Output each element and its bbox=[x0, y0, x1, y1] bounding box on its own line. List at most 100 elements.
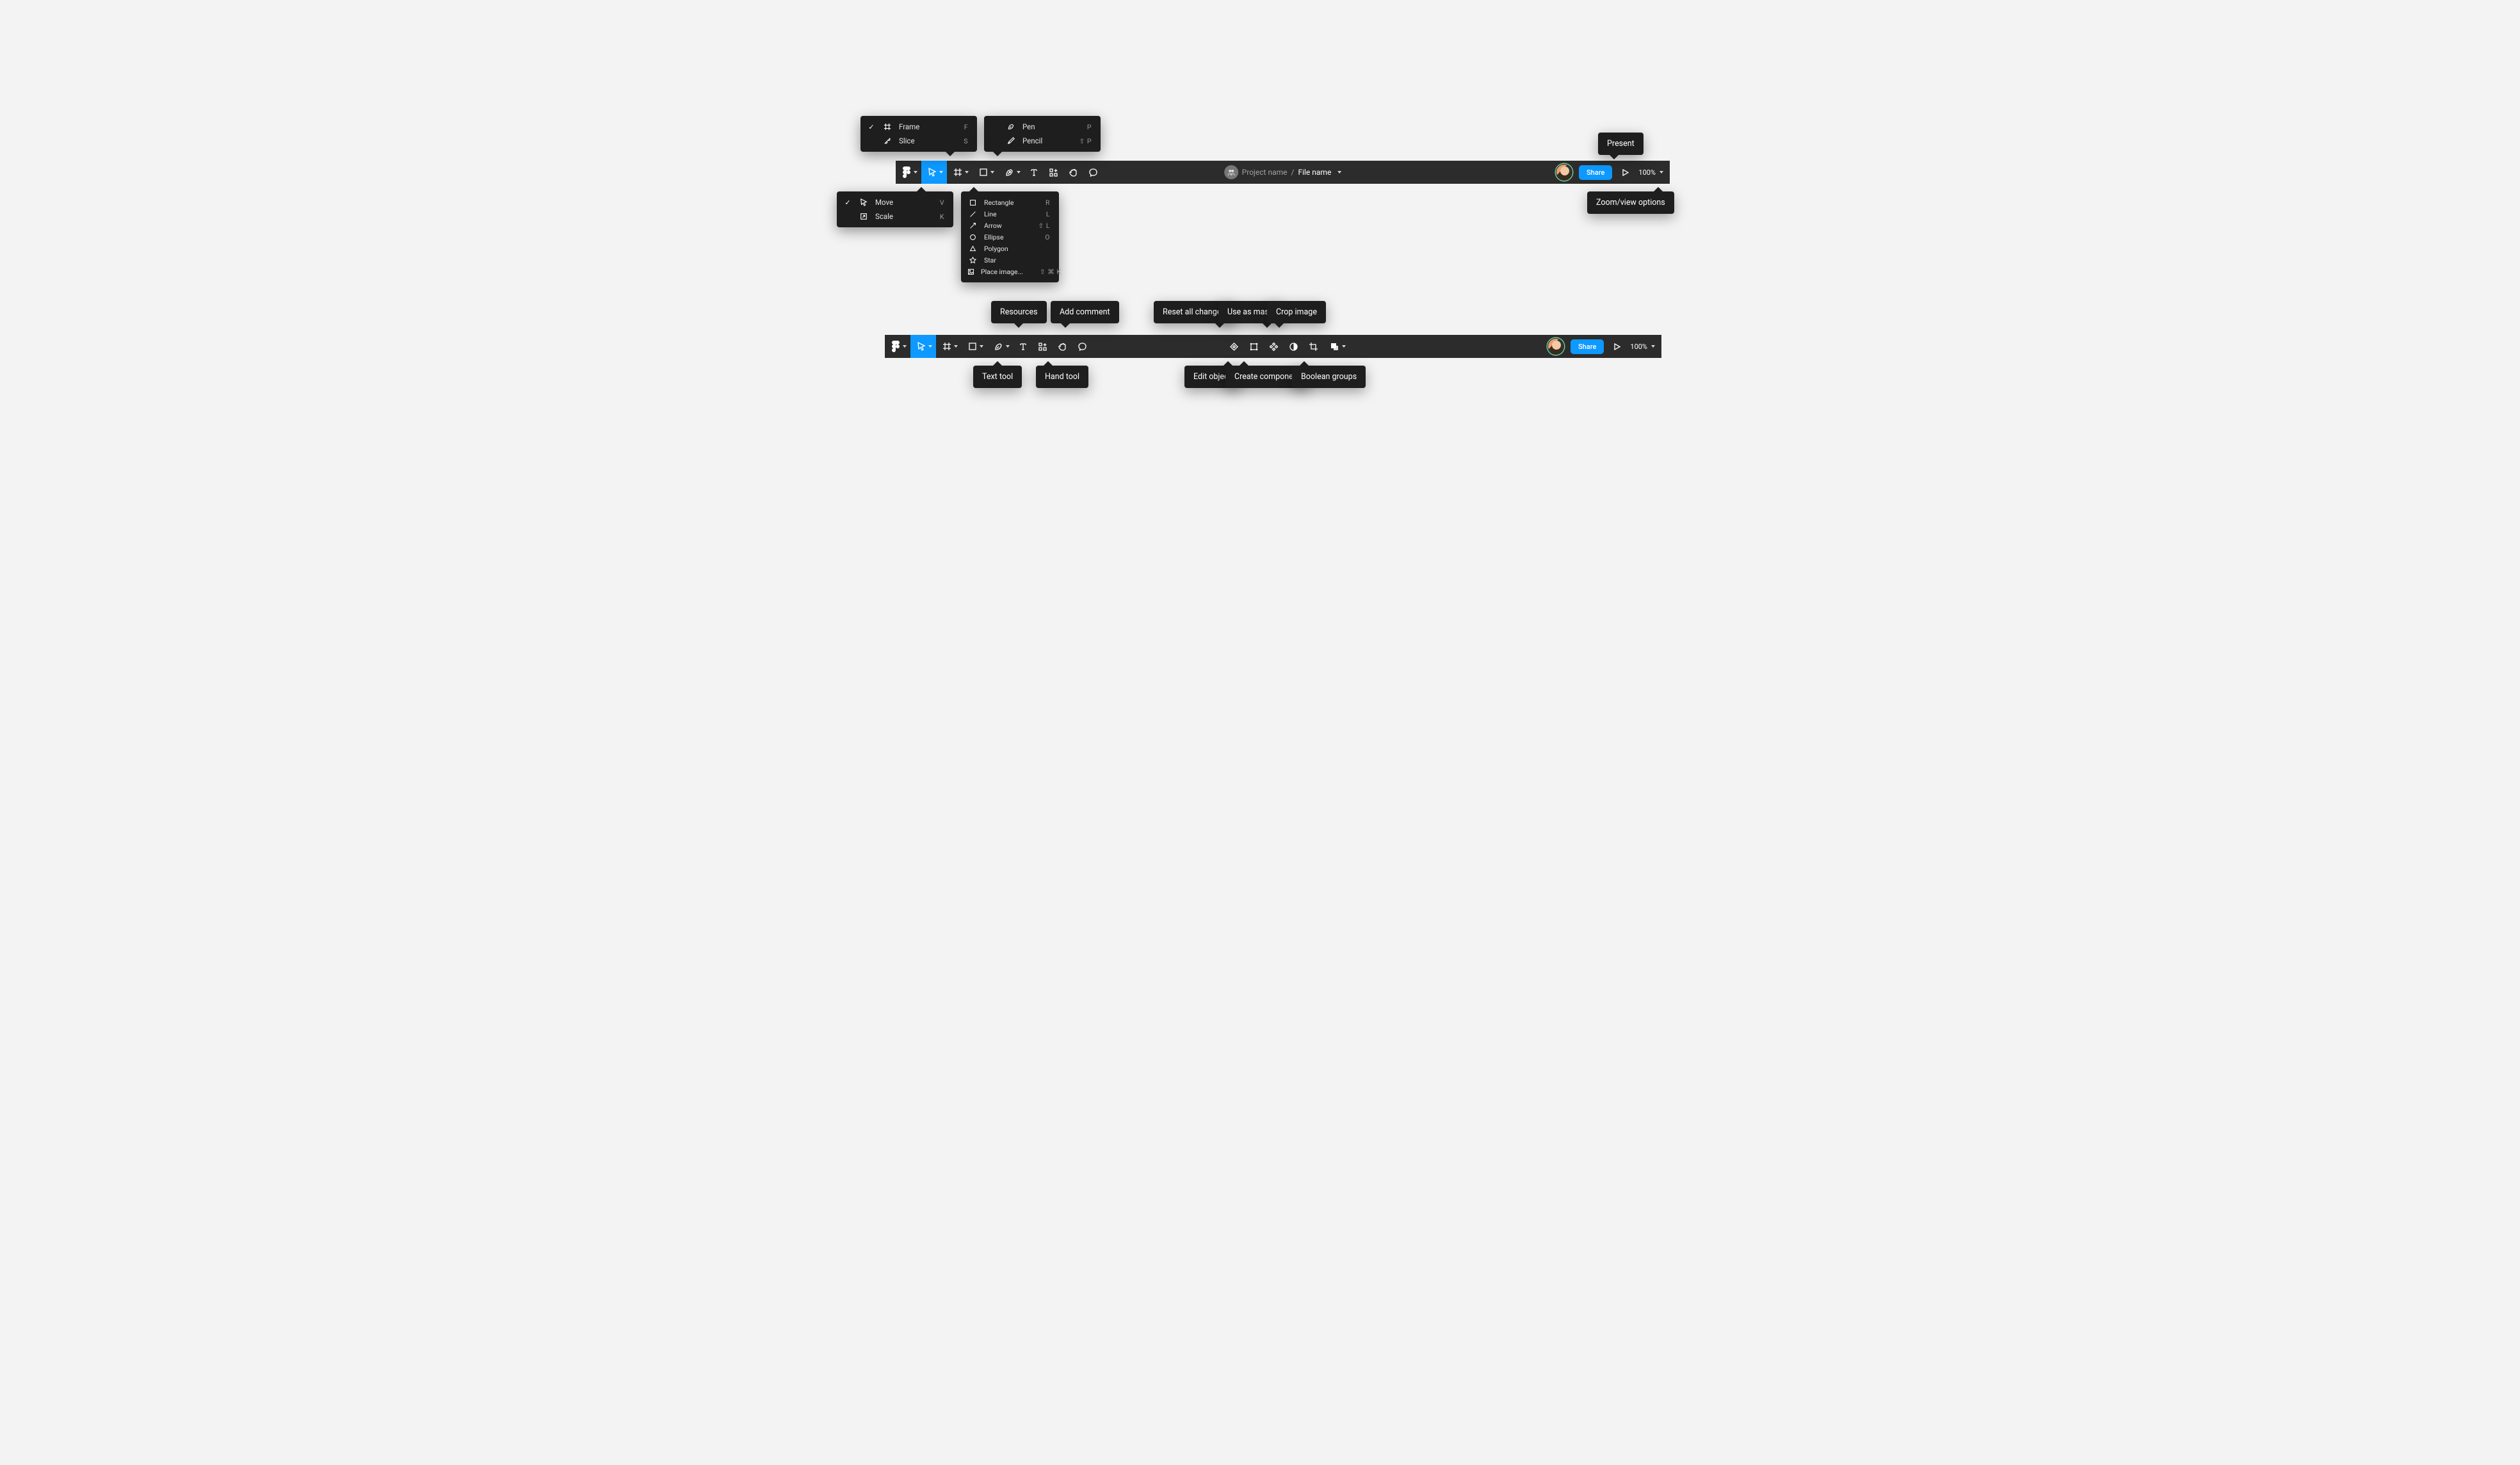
chevron-down-icon bbox=[1660, 171, 1663, 174]
check-icon: ✓ bbox=[867, 123, 876, 131]
pen-icon bbox=[1005, 168, 1014, 177]
frame-menu-item-slice[interactable]: Slice S bbox=[860, 134, 977, 148]
resources-tooltip: Resources bbox=[991, 301, 1047, 323]
menu-item-shortcut: K bbox=[940, 213, 944, 221]
move-menu-item-move[interactable]: ✓ Move V bbox=[837, 195, 953, 209]
figma-logo-icon bbox=[902, 166, 911, 179]
present-button[interactable] bbox=[1619, 161, 1632, 184]
move-menu-item-scale[interactable]: Scale K bbox=[837, 209, 953, 223]
shape-menu-item-rectangle[interactable]: Rectangle R bbox=[961, 197, 1059, 208]
comment-tool-button[interactable] bbox=[1072, 335, 1092, 358]
frame-tool-button[interactable] bbox=[936, 335, 962, 358]
frame-tool-menu[interactable]: ✓ Frame F Slice S .frame-tail::after{lef… bbox=[860, 116, 977, 152]
menu-item-label: Ellipse bbox=[984, 233, 1028, 241]
polygon-icon bbox=[967, 245, 978, 252]
menu-item-shortcut: ⇧ P bbox=[1079, 137, 1092, 145]
text-tool-tooltip: Text tool bbox=[973, 366, 1022, 388]
shape-menu-item-star[interactable]: Star bbox=[961, 254, 1059, 266]
shape-menu-item-polygon[interactable]: Polygon bbox=[961, 243, 1059, 254]
cursor-icon bbox=[917, 342, 926, 351]
boolean-groups-tooltip: Boolean groups bbox=[1292, 366, 1366, 388]
main-menu-button[interactable] bbox=[896, 161, 921, 184]
text-tool-button[interactable] bbox=[1024, 161, 1044, 184]
rectangle-icon bbox=[979, 168, 988, 177]
comment-tool-button[interactable] bbox=[1083, 161, 1103, 184]
chevron-down-icon bbox=[1342, 345, 1346, 348]
text-tool-button[interactable] bbox=[1014, 335, 1033, 358]
zoom-dropdown[interactable]: 100% bbox=[1630, 343, 1655, 351]
menu-item-label: Polygon bbox=[984, 245, 1033, 253]
play-icon bbox=[1621, 168, 1629, 177]
pen-icon bbox=[994, 342, 1003, 352]
breadcrumb-separator: / bbox=[1291, 168, 1295, 177]
resources-button[interactable] bbox=[1044, 161, 1063, 184]
component-icon bbox=[1269, 342, 1279, 352]
ellipse-icon bbox=[967, 234, 978, 241]
check-icon: ✓ bbox=[843, 198, 852, 207]
hand-tool-button[interactable] bbox=[1053, 335, 1072, 358]
avatar[interactable] bbox=[1556, 164, 1572, 181]
zoom-dropdown[interactable]: 100% bbox=[1638, 168, 1663, 177]
menu-item-label: Pen bbox=[1022, 122, 1070, 131]
star-icon bbox=[967, 257, 978, 264]
present-button[interactable] bbox=[1610, 335, 1624, 358]
hand-tool-button[interactable] bbox=[1063, 161, 1083, 184]
image-icon bbox=[967, 268, 974, 275]
frame-icon bbox=[882, 123, 892, 131]
create-component-button[interactable] bbox=[1264, 335, 1284, 358]
rectangle-icon bbox=[967, 199, 978, 206]
pen-tool-button[interactable] bbox=[998, 161, 1024, 184]
main-menu-button[interactable] bbox=[885, 335, 910, 358]
chevron-down-icon bbox=[914, 171, 917, 174]
menu-item-label: Slice bbox=[899, 136, 947, 145]
reset-changes-button[interactable] bbox=[1224, 335, 1244, 358]
breadcrumb[interactable]: Project name / File name bbox=[1224, 165, 1342, 179]
play-icon bbox=[1613, 343, 1621, 351]
share-button[interactable]: Share bbox=[1571, 339, 1604, 354]
menu-item-shortcut: P bbox=[1087, 123, 1092, 131]
app-toolbar-1: Project name / File name Share 100% bbox=[896, 161, 1670, 184]
shape-menu-item-ellipse[interactable]: Ellipse O bbox=[961, 231, 1059, 243]
shape-menu-item-place-image[interactable]: Place image... ⇧ ⌘ K bbox=[961, 266, 1059, 277]
chevron-down-icon bbox=[939, 171, 943, 174]
chevron-down-icon bbox=[1337, 171, 1341, 174]
zoom-level: 100% bbox=[1630, 343, 1647, 351]
chevron-down-icon bbox=[965, 171, 969, 174]
scale-icon bbox=[859, 213, 869, 220]
menu-item-shortcut: O bbox=[1045, 233, 1050, 241]
rectangle-icon bbox=[968, 342, 977, 351]
edit-object-button[interactable] bbox=[1244, 335, 1264, 358]
present-tooltip: Present bbox=[1598, 133, 1644, 155]
move-tool-button[interactable] bbox=[910, 335, 936, 358]
menu-item-shortcut: S bbox=[964, 137, 968, 145]
shape-tool-menu[interactable]: Rectangle R Line L Arrow ⇧ L Ellipse O P… bbox=[961, 191, 1059, 282]
boolean-groups-button[interactable] bbox=[1323, 335, 1350, 358]
share-button[interactable]: Share bbox=[1579, 165, 1612, 180]
shape-menu-item-arrow[interactable]: Arrow ⇧ L bbox=[961, 220, 1059, 231]
pen-menu-item-pencil[interactable]: Pencil ⇧ P bbox=[984, 134, 1101, 148]
cursor-icon bbox=[928, 168, 937, 177]
reset-icon bbox=[1229, 342, 1239, 352]
menu-item-label: Frame bbox=[899, 122, 948, 131]
menu-item-shortcut: ⇧ L bbox=[1038, 222, 1050, 230]
pen-menu-item-pen[interactable]: Pen P bbox=[984, 120, 1101, 134]
frame-tool-button[interactable] bbox=[947, 161, 973, 184]
frame-icon bbox=[942, 342, 951, 351]
resources-button[interactable] bbox=[1033, 335, 1053, 358]
frame-menu-item-frame[interactable]: ✓ Frame F bbox=[860, 120, 977, 134]
shape-tool-button[interactable] bbox=[973, 161, 998, 184]
zoom-level: 100% bbox=[1638, 168, 1656, 177]
move-tool-menu[interactable]: ✓ Move V Scale K bbox=[837, 191, 953, 227]
menu-item-label: Arrow bbox=[984, 222, 1021, 230]
shape-tool-button[interactable] bbox=[962, 335, 987, 358]
crop-button[interactable] bbox=[1304, 335, 1323, 358]
avatar[interactable] bbox=[1547, 338, 1564, 355]
resources-icon bbox=[1038, 342, 1047, 352]
use-as-mask-button[interactable] bbox=[1284, 335, 1304, 358]
pen-tool-menu[interactable]: Pen P Pencil ⇧ P bbox=[984, 116, 1101, 152]
file-name: File name bbox=[1298, 168, 1331, 177]
pen-tool-button[interactable] bbox=[987, 335, 1014, 358]
add-comment-tooltip: Add comment bbox=[1051, 301, 1119, 323]
move-tool-button[interactable] bbox=[921, 161, 947, 184]
shape-menu-item-line[interactable]: Line L bbox=[961, 208, 1059, 220]
